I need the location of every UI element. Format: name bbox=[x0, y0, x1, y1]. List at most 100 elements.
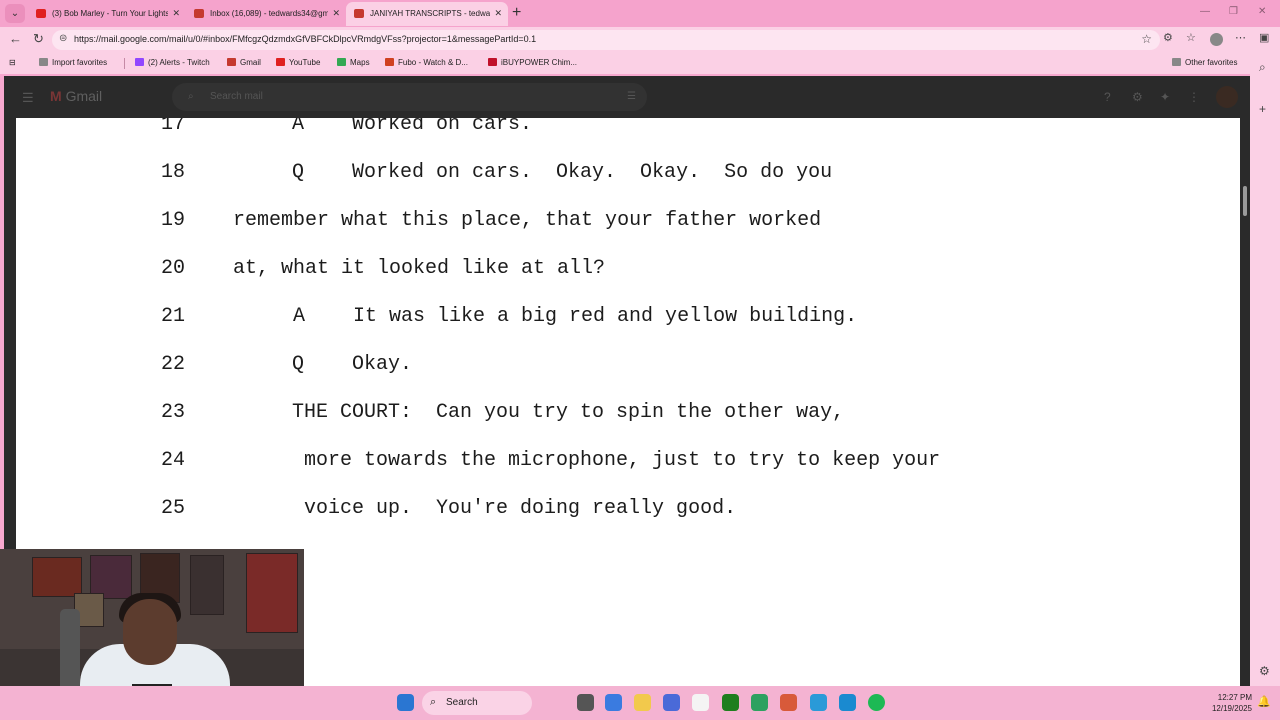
reload-icon[interactable]: ↻ bbox=[33, 32, 44, 46]
sidebar-toggle-icon[interactable]: ▣ bbox=[1259, 31, 1269, 44]
chrome-icon[interactable] bbox=[780, 694, 797, 711]
account-avatar[interactable] bbox=[1216, 86, 1238, 108]
extensions-icon[interactable]: ⚙ bbox=[1163, 31, 1173, 44]
bookmark-label: YouTube bbox=[289, 58, 321, 67]
more-menu-icon[interactable]: ⋯ bbox=[1235, 31, 1246, 44]
bookmark-import-favorites[interactable]: Import favorites bbox=[39, 58, 107, 67]
tab-title: JANIYAH TRANSCRIPTS - tedwards bbox=[370, 9, 490, 18]
bookmark-divider bbox=[124, 58, 125, 69]
system-clock[interactable]: 12:27 PM 12/19/2025 bbox=[1200, 692, 1252, 714]
bookmark-ibuypower[interactable]: iBUYPOWER Chim... bbox=[488, 58, 577, 67]
bookmark-label: Fubo - Watch & D... bbox=[398, 58, 468, 67]
notification-bell-icon[interactable]: 🔔 bbox=[1257, 695, 1271, 708]
favorite-star-icon[interactable]: ☆ bbox=[1141, 32, 1152, 46]
copilot-icon[interactable] bbox=[605, 694, 622, 711]
line-text: voice up. You're doing really good. bbox=[304, 497, 737, 520]
favorites-icon[interactable]: ☆ bbox=[1186, 31, 1196, 44]
taskbar: ⌕ Search 12:27 PM 12/19/2025 🔔 bbox=[0, 686, 1280, 720]
gmail-icon bbox=[194, 9, 204, 18]
taskbar-search-label: Search bbox=[446, 697, 478, 708]
wall-poster bbox=[190, 555, 224, 615]
navigation-bar: ← ↻ ⊜ https://mail.google.com/mail/u/0/#… bbox=[0, 27, 1280, 53]
maximize-icon[interactable]: ❐ bbox=[1229, 6, 1238, 17]
line-number: 17 bbox=[161, 118, 186, 136]
maps-icon bbox=[337, 58, 346, 66]
spotify-icon[interactable] bbox=[868, 694, 885, 711]
line-text: at, what it looked like at all? bbox=[233, 257, 606, 280]
wall-poster bbox=[246, 553, 298, 633]
windows-start-icon[interactable] bbox=[397, 694, 414, 711]
search-icon[interactable]: ⌕ bbox=[1259, 60, 1266, 75]
line-number: 19 bbox=[161, 209, 186, 232]
gmail-logo-text: Gmail bbox=[65, 88, 103, 104]
address-bar[interactable]: ⊜ https://mail.google.com/mail/u/0/#inbo… bbox=[52, 30, 1160, 50]
clock-time: 12:27 PM bbox=[1217, 693, 1252, 702]
filter-icon[interactable]: ☰ bbox=[627, 91, 636, 102]
bookmark-label: iBUYPOWER Chim... bbox=[501, 58, 578, 67]
main-menu-icon[interactable]: ☰ bbox=[22, 90, 34, 106]
gmail-icon bbox=[354, 9, 364, 18]
line-number: 20 bbox=[161, 257, 186, 280]
add-icon[interactable]: + bbox=[1259, 102, 1266, 116]
minimize-icon[interactable]: — bbox=[1200, 6, 1210, 17]
apps-grid-icon[interactable]: ⋮ bbox=[1188, 90, 1200, 104]
edge-beta-icon[interactable] bbox=[810, 694, 827, 711]
line-text: A Worked on cars. bbox=[292, 118, 533, 136]
tab-search-button[interactable]: ⌄ bbox=[5, 4, 25, 23]
document-icon[interactable] bbox=[692, 694, 709, 711]
window-close-icon[interactable]: ✕ bbox=[1258, 6, 1266, 17]
store-icon[interactable] bbox=[663, 694, 680, 711]
side-panel-rail: ⌕ + ⚙ bbox=[1250, 60, 1280, 720]
folder-icon bbox=[1172, 58, 1181, 66]
close-icon[interactable]: ✕ bbox=[494, 2, 502, 25]
url-text: https://mail.google.com/mail/u/0/#inbox/… bbox=[74, 34, 537, 44]
task-view-icon[interactable] bbox=[577, 694, 594, 711]
wall-poster bbox=[32, 557, 82, 597]
help-icon[interactable]: ? bbox=[1104, 90, 1111, 104]
search-icon: ⌕ bbox=[188, 91, 194, 102]
tab-transcripts[interactable]: JANIYAH TRANSCRIPTS - tedwards ✕ bbox=[346, 2, 508, 26]
search-placeholder: Search mail bbox=[210, 91, 263, 102]
viewer-scrollbar[interactable] bbox=[1243, 186, 1247, 216]
line-number: 23 bbox=[161, 401, 186, 424]
bookmark-label: (2) Alerts - Twitch bbox=[148, 58, 210, 67]
bookmark-youtube[interactable]: YouTube bbox=[276, 58, 320, 67]
close-icon[interactable]: ✕ bbox=[332, 2, 340, 25]
close-icon[interactable]: ✕ bbox=[172, 2, 180, 25]
person-face bbox=[123, 599, 177, 665]
settings-icon[interactable]: ⚙ bbox=[1132, 90, 1143, 104]
site-info-icon[interactable]: ⊜ bbox=[59, 33, 67, 44]
bookmark-fubo[interactable]: Fubo - Watch & D... bbox=[385, 58, 468, 67]
back-icon[interactable]: ← bbox=[9, 32, 22, 46]
new-tab-button[interactable]: + bbox=[512, 5, 521, 21]
xbox-icon[interactable] bbox=[722, 694, 739, 711]
streaming-app-icon[interactable] bbox=[751, 694, 768, 711]
line-text: THE COURT: Can you try to spin the other… bbox=[292, 401, 845, 424]
settings-gear-icon[interactable]: ⚙ bbox=[1259, 664, 1270, 678]
taskbar-search[interactable]: ⌕ Search bbox=[422, 691, 532, 715]
line-text: remember what this place, that your fath… bbox=[233, 209, 822, 232]
edge-icon[interactable] bbox=[839, 694, 856, 711]
bookmark-label: Gmail bbox=[240, 58, 261, 67]
profile-avatar[interactable] bbox=[1210, 33, 1223, 46]
bookmark-other-favorites[interactable]: Other favorites bbox=[1172, 58, 1237, 67]
bookmark-gmail[interactable]: Gmail bbox=[227, 58, 261, 67]
gmail-header: ☰ M Gmail ⌕ Search mail ☰ ? ⚙ ✦ ⋮ bbox=[4, 76, 1250, 118]
fubo-icon bbox=[385, 58, 394, 66]
bookmark-twitch[interactable]: (2) Alerts - Twitch bbox=[135, 58, 210, 67]
bookmark-maps[interactable]: Maps bbox=[337, 58, 370, 67]
tab-gmail-inbox[interactable]: Inbox (16,089) - tedwards34@gma ✕ bbox=[186, 2, 346, 26]
file-explorer-icon[interactable] bbox=[634, 694, 651, 711]
gmail-icon bbox=[227, 58, 236, 66]
bookmark-label: Maps bbox=[350, 58, 370, 67]
line-number: 25 bbox=[161, 497, 186, 520]
gmail-logo[interactable]: M Gmail bbox=[50, 88, 102, 104]
clock-date: 12/19/2025 bbox=[1211, 704, 1252, 713]
line-number: 22 bbox=[161, 353, 186, 376]
tab-youtube[interactable]: (3) Bob Marley - Turn Your Lights D ✕ bbox=[28, 2, 186, 26]
youtube-icon bbox=[36, 9, 46, 18]
reading-list-icon[interactable]: ⊟ bbox=[9, 58, 16, 67]
ibuypower-icon bbox=[488, 58, 497, 66]
gemini-icon[interactable]: ✦ bbox=[1160, 90, 1170, 104]
mail-search-input[interactable]: ⌕ Search mail ☰ bbox=[172, 83, 647, 111]
